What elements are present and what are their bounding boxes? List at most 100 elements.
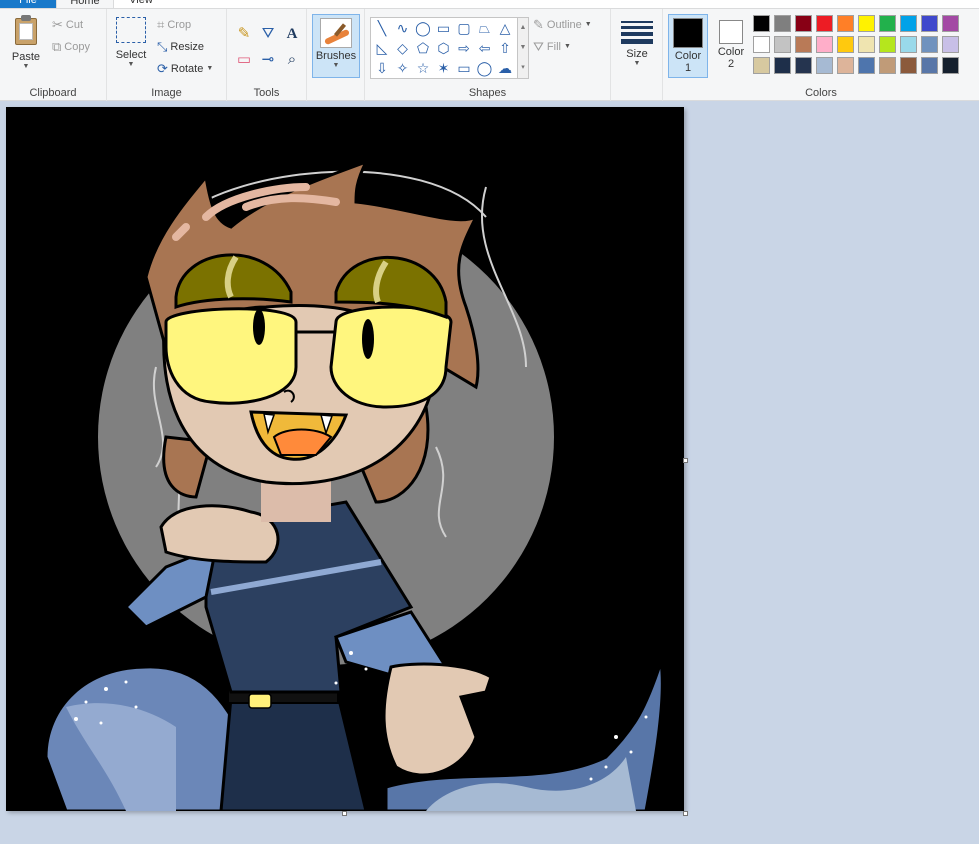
color2-button[interactable]: Color 2 <box>711 14 751 78</box>
shape-option-icon[interactable]: ✶ <box>435 59 453 77</box>
shape-option-icon[interactable]: ⇧ <box>496 39 514 57</box>
palette-swatch[interactable] <box>879 15 896 32</box>
tab-view[interactable]: View <box>114 0 168 8</box>
shape-option-icon[interactable]: ⏢ <box>476 19 494 37</box>
paste-label: Paste <box>11 51 41 63</box>
canvas-resize-handle-bottom[interactable] <box>342 811 347 816</box>
palette-swatch[interactable] <box>795 15 812 32</box>
color1-button[interactable]: Color 1 <box>668 14 708 78</box>
colors-group-label: Colors <box>805 87 837 99</box>
palette-swatch[interactable] <box>816 15 833 32</box>
crop-button[interactable]: ⌗ Crop <box>157 15 191 35</box>
line-size-icon <box>621 21 653 44</box>
magnifier-icon[interactable]: ⌕ <box>283 51 301 69</box>
palette-swatch[interactable] <box>921 57 938 74</box>
palette-swatch[interactable] <box>858 15 875 32</box>
resize-label: Resize <box>170 41 205 53</box>
ribbon-tab-strip: File Home View <box>0 0 979 8</box>
palette-swatch[interactable] <box>837 15 854 32</box>
size-label: Size <box>626 48 648 60</box>
shape-option-icon[interactable]: ⬡ <box>435 39 453 57</box>
copy-button[interactable]: ⧉ Copy <box>52 37 90 57</box>
shape-option-icon[interactable]: ◯ <box>414 19 432 37</box>
shape-option-icon[interactable]: ╲ <box>373 19 391 37</box>
eraser-icon[interactable]: ▭ <box>235 51 253 69</box>
paste-button[interactable]: Paste ▼ <box>6 15 46 70</box>
palette-swatch[interactable] <box>795 36 812 53</box>
shape-option-icon[interactable]: ◺ <box>373 39 391 57</box>
rotate-label: Rotate <box>170 63 204 75</box>
shape-option-icon[interactable]: ✧ <box>394 59 412 77</box>
resize-button[interactable]: ⤡ Resize <box>157 37 204 57</box>
shape-option-icon[interactable]: ▭ <box>435 19 453 37</box>
pencil-icon[interactable]: ✎ <box>235 25 253 43</box>
shapes-group-label: Shapes <box>468 87 507 99</box>
rotate-button[interactable]: ⟳ Rotate ▼ <box>157 59 213 79</box>
text-tool-icon[interactable]: A <box>283 25 301 43</box>
palette-swatch[interactable] <box>900 15 917 32</box>
tools-group: ✎ ⛛ A ▭ ⊸ ⌕ Tools <box>227 9 307 101</box>
shape-option-icon[interactable]: ⇨ <box>455 39 473 57</box>
outline-button[interactable]: ✎ Outline ▼ <box>533 15 592 35</box>
shape-option-icon[interactable]: ☆ <box>414 59 432 77</box>
palette-swatch[interactable] <box>942 36 959 53</box>
palette-swatch[interactable] <box>900 36 917 53</box>
drawing-canvas[interactable] <box>6 107 684 811</box>
palette-swatch[interactable] <box>837 36 854 53</box>
palette-swatch[interactable] <box>753 15 770 32</box>
shape-option-icon[interactable]: ⇩ <box>373 59 391 77</box>
crop-label: Crop <box>167 19 192 31</box>
palette-swatch[interactable] <box>753 57 770 74</box>
size-button[interactable]: Size ▼ <box>617 13 657 67</box>
color1-label: Color <box>674 50 702 62</box>
shape-option-icon[interactable]: △ <box>496 19 514 37</box>
palette-swatch[interactable] <box>879 57 896 74</box>
shape-option-icon[interactable]: ◇ <box>394 39 412 57</box>
color-picker-icon[interactable]: ⊸ <box>259 51 277 69</box>
tools-group-label: Tools <box>253 87 280 99</box>
color2-number: 2 <box>727 58 735 70</box>
cut-button[interactable]: ✂ Cut <box>52 15 83 35</box>
palette-swatch[interactable] <box>795 57 812 74</box>
fill-bucket-icon[interactable]: ⛛ <box>259 25 277 43</box>
palette-swatch[interactable] <box>837 57 854 74</box>
shape-option-icon[interactable]: ▭ <box>455 59 473 77</box>
image-group: Select ▼ ⌗ Crop ⤡ Resize ⟳ Rotate ▼ Imag… <box>107 9 227 101</box>
palette-swatch[interactable] <box>858 36 875 53</box>
select-button[interactable]: Select ▼ <box>113 17 149 68</box>
palette-swatch[interactable] <box>942 15 959 32</box>
palette-swatch[interactable] <box>774 57 791 74</box>
shapes-gallery-scroll[interactable]: ▲ ▼ ▾ <box>518 17 529 79</box>
crop-icon: ⌗ <box>157 17 165 32</box>
palette-swatch[interactable] <box>858 57 875 74</box>
scissors-icon: ✂ <box>52 17 63 32</box>
shape-option-icon[interactable]: ∿ <box>394 19 412 37</box>
tab-home[interactable]: Home <box>56 0 114 8</box>
brushes-label: Brushes <box>315 50 357 62</box>
size-group: Size ▼ <box>611 9 663 101</box>
palette-swatch[interactable] <box>753 36 770 53</box>
color2-label: Color <box>717 46 745 58</box>
fill-button[interactable]: ⛛ Fill ▼ <box>533 37 571 57</box>
shape-option-icon[interactable]: ⬠ <box>414 39 432 57</box>
tab-file[interactable]: File <box>0 0 56 8</box>
copy-icon: ⧉ <box>52 39 62 54</box>
palette-swatch[interactable] <box>900 57 917 74</box>
shape-option-icon[interactable]: ▢ <box>455 19 473 37</box>
palette-swatch[interactable] <box>816 57 833 74</box>
palette-swatch[interactable] <box>921 15 938 32</box>
palette-swatch[interactable] <box>879 36 896 53</box>
palette-swatch[interactable] <box>942 57 959 74</box>
shape-option-icon[interactable]: ☁ <box>496 59 514 77</box>
palette-swatch[interactable] <box>774 15 791 32</box>
palette-swatch[interactable] <box>774 36 791 53</box>
palette-swatch[interactable] <box>921 36 938 53</box>
rotate-icon: ⟳ <box>157 61 168 76</box>
canvas-resize-handle-right[interactable] <box>683 458 688 463</box>
shape-option-icon[interactable]: ⇦ <box>476 39 494 57</box>
shape-option-icon[interactable]: ◯ <box>476 59 494 77</box>
select-rectangle-icon <box>116 17 146 43</box>
palette-swatch[interactable] <box>816 36 833 53</box>
canvas-resize-handle-corner[interactable] <box>683 811 688 816</box>
brushes-button[interactable]: Brushes ▼ <box>312 14 360 78</box>
